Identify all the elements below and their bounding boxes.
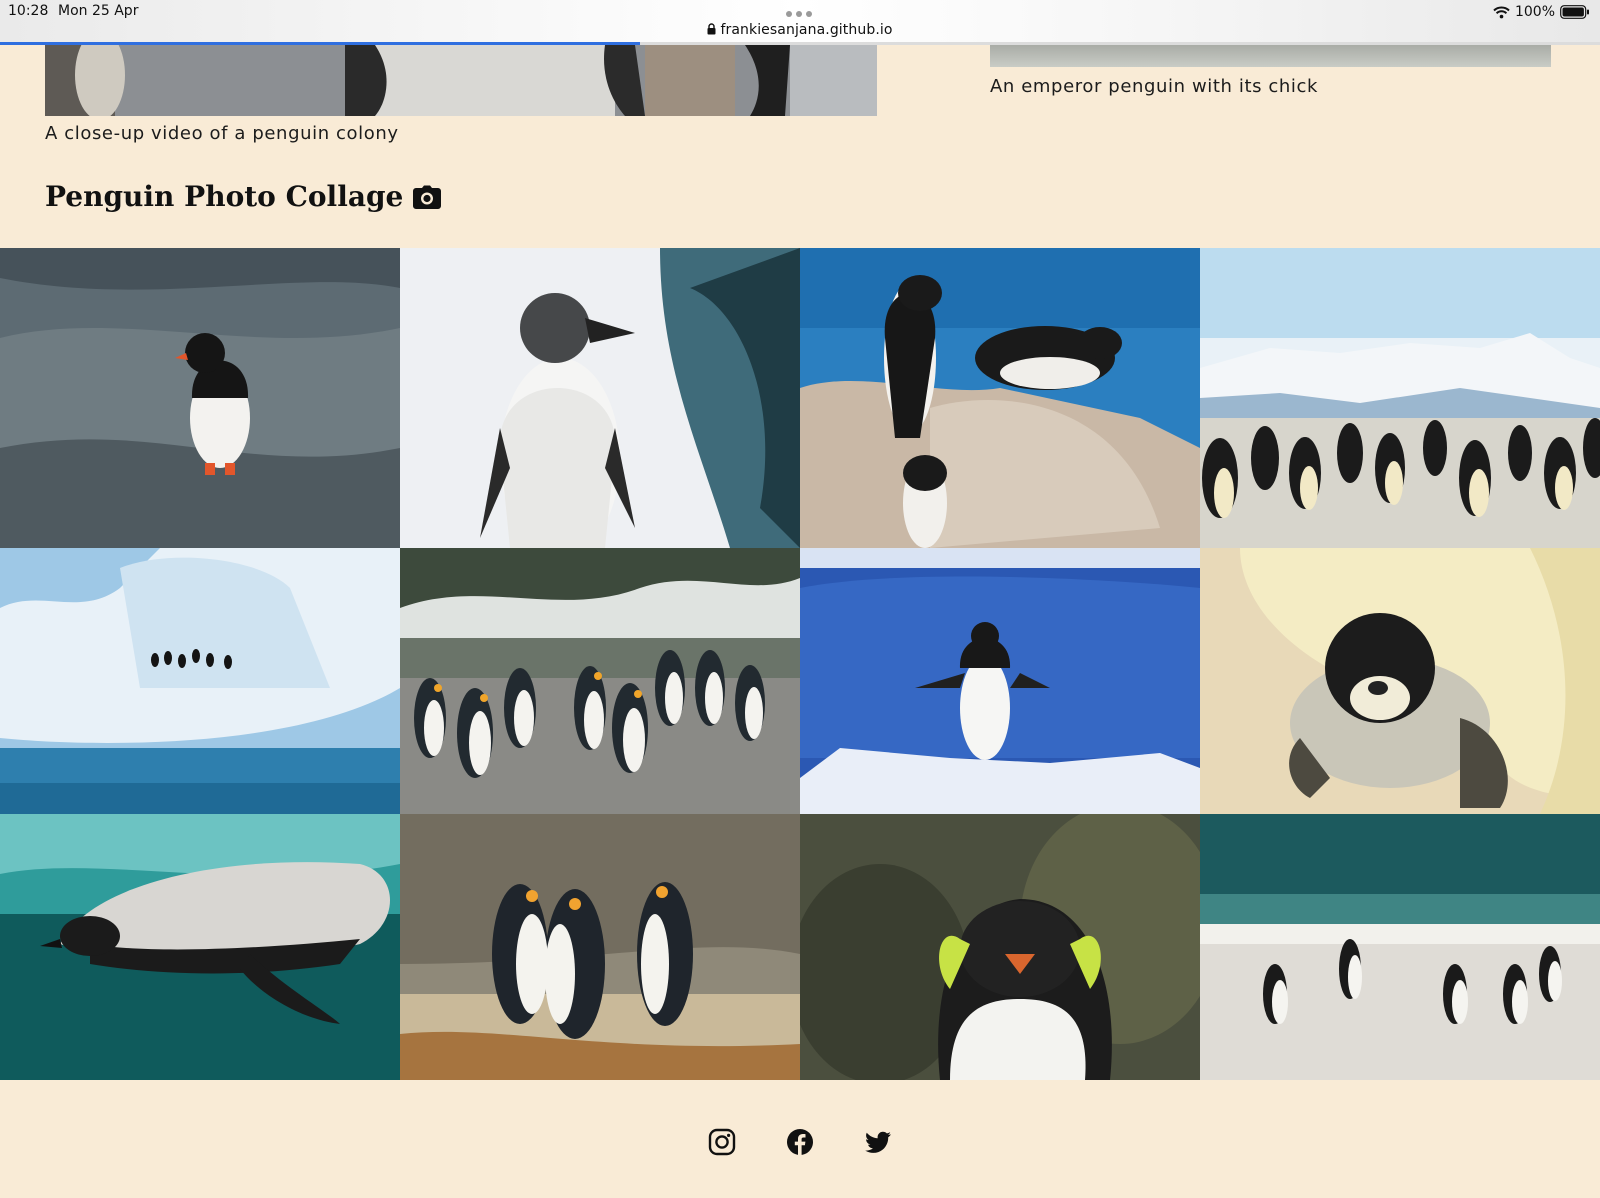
- video-caption: A close-up video of a penguin colony: [45, 123, 399, 144]
- social-links: [0, 1128, 1600, 1156]
- twitter-icon[interactable]: [864, 1128, 892, 1156]
- photo-humboldt-in-snow[interactable]: [400, 248, 800, 548]
- status-indicators: 100%: [1493, 4, 1590, 20]
- photo-adelie-wings-out[interactable]: [800, 548, 1200, 814]
- photo-emperor-chick[interactable]: [1200, 548, 1600, 814]
- photo-penguins-on-iceberg[interactable]: [0, 548, 400, 814]
- photo-gentoos-on-beach[interactable]: [1200, 814, 1600, 1080]
- wifi-icon: [1493, 6, 1510, 18]
- instagram-icon[interactable]: [708, 1128, 736, 1156]
- browser-status-bar: 10:28 Mon 25 Apr frankiesanjana.github.i…: [0, 0, 1600, 45]
- photo-gentoo-on-rock[interactable]: [0, 248, 400, 548]
- penguin-colony-video[interactable]: [45, 45, 877, 116]
- camera-icon: [413, 185, 442, 209]
- battery-percent: 100%: [1514, 4, 1555, 20]
- url-text: frankiesanjana.github.io: [720, 22, 893, 38]
- status-time: 10:28: [8, 3, 49, 19]
- address-bar[interactable]: frankiesanjana.github.io: [0, 22, 1600, 38]
- chick-caption: An emperor penguin with its chick: [990, 76, 1319, 97]
- collage-title-text: Penguin Photo Collage: [45, 180, 404, 213]
- battery-icon: [1560, 5, 1589, 19]
- emperor-chick-photo[interactable]: [990, 45, 1551, 67]
- photo-rockhopper-closeup[interactable]: [800, 814, 1200, 1080]
- photo-emperor-colony-mountains[interactable]: [1200, 248, 1600, 548]
- photo-penguin-swimming[interactable]: [0, 814, 400, 1080]
- photo-african-penguins-on-rocks[interactable]: [800, 248, 1200, 548]
- lock-icon: [707, 23, 716, 35]
- facebook-icon[interactable]: [786, 1128, 814, 1156]
- collage-heading: Penguin Photo Collage: [45, 180, 442, 213]
- photo-king-penguins-group[interactable]: [400, 814, 800, 1080]
- tab-options-dots[interactable]: [786, 11, 812, 17]
- photo-king-penguins-walking[interactable]: [400, 548, 800, 814]
- status-date: Mon 25 Apr: [58, 3, 139, 19]
